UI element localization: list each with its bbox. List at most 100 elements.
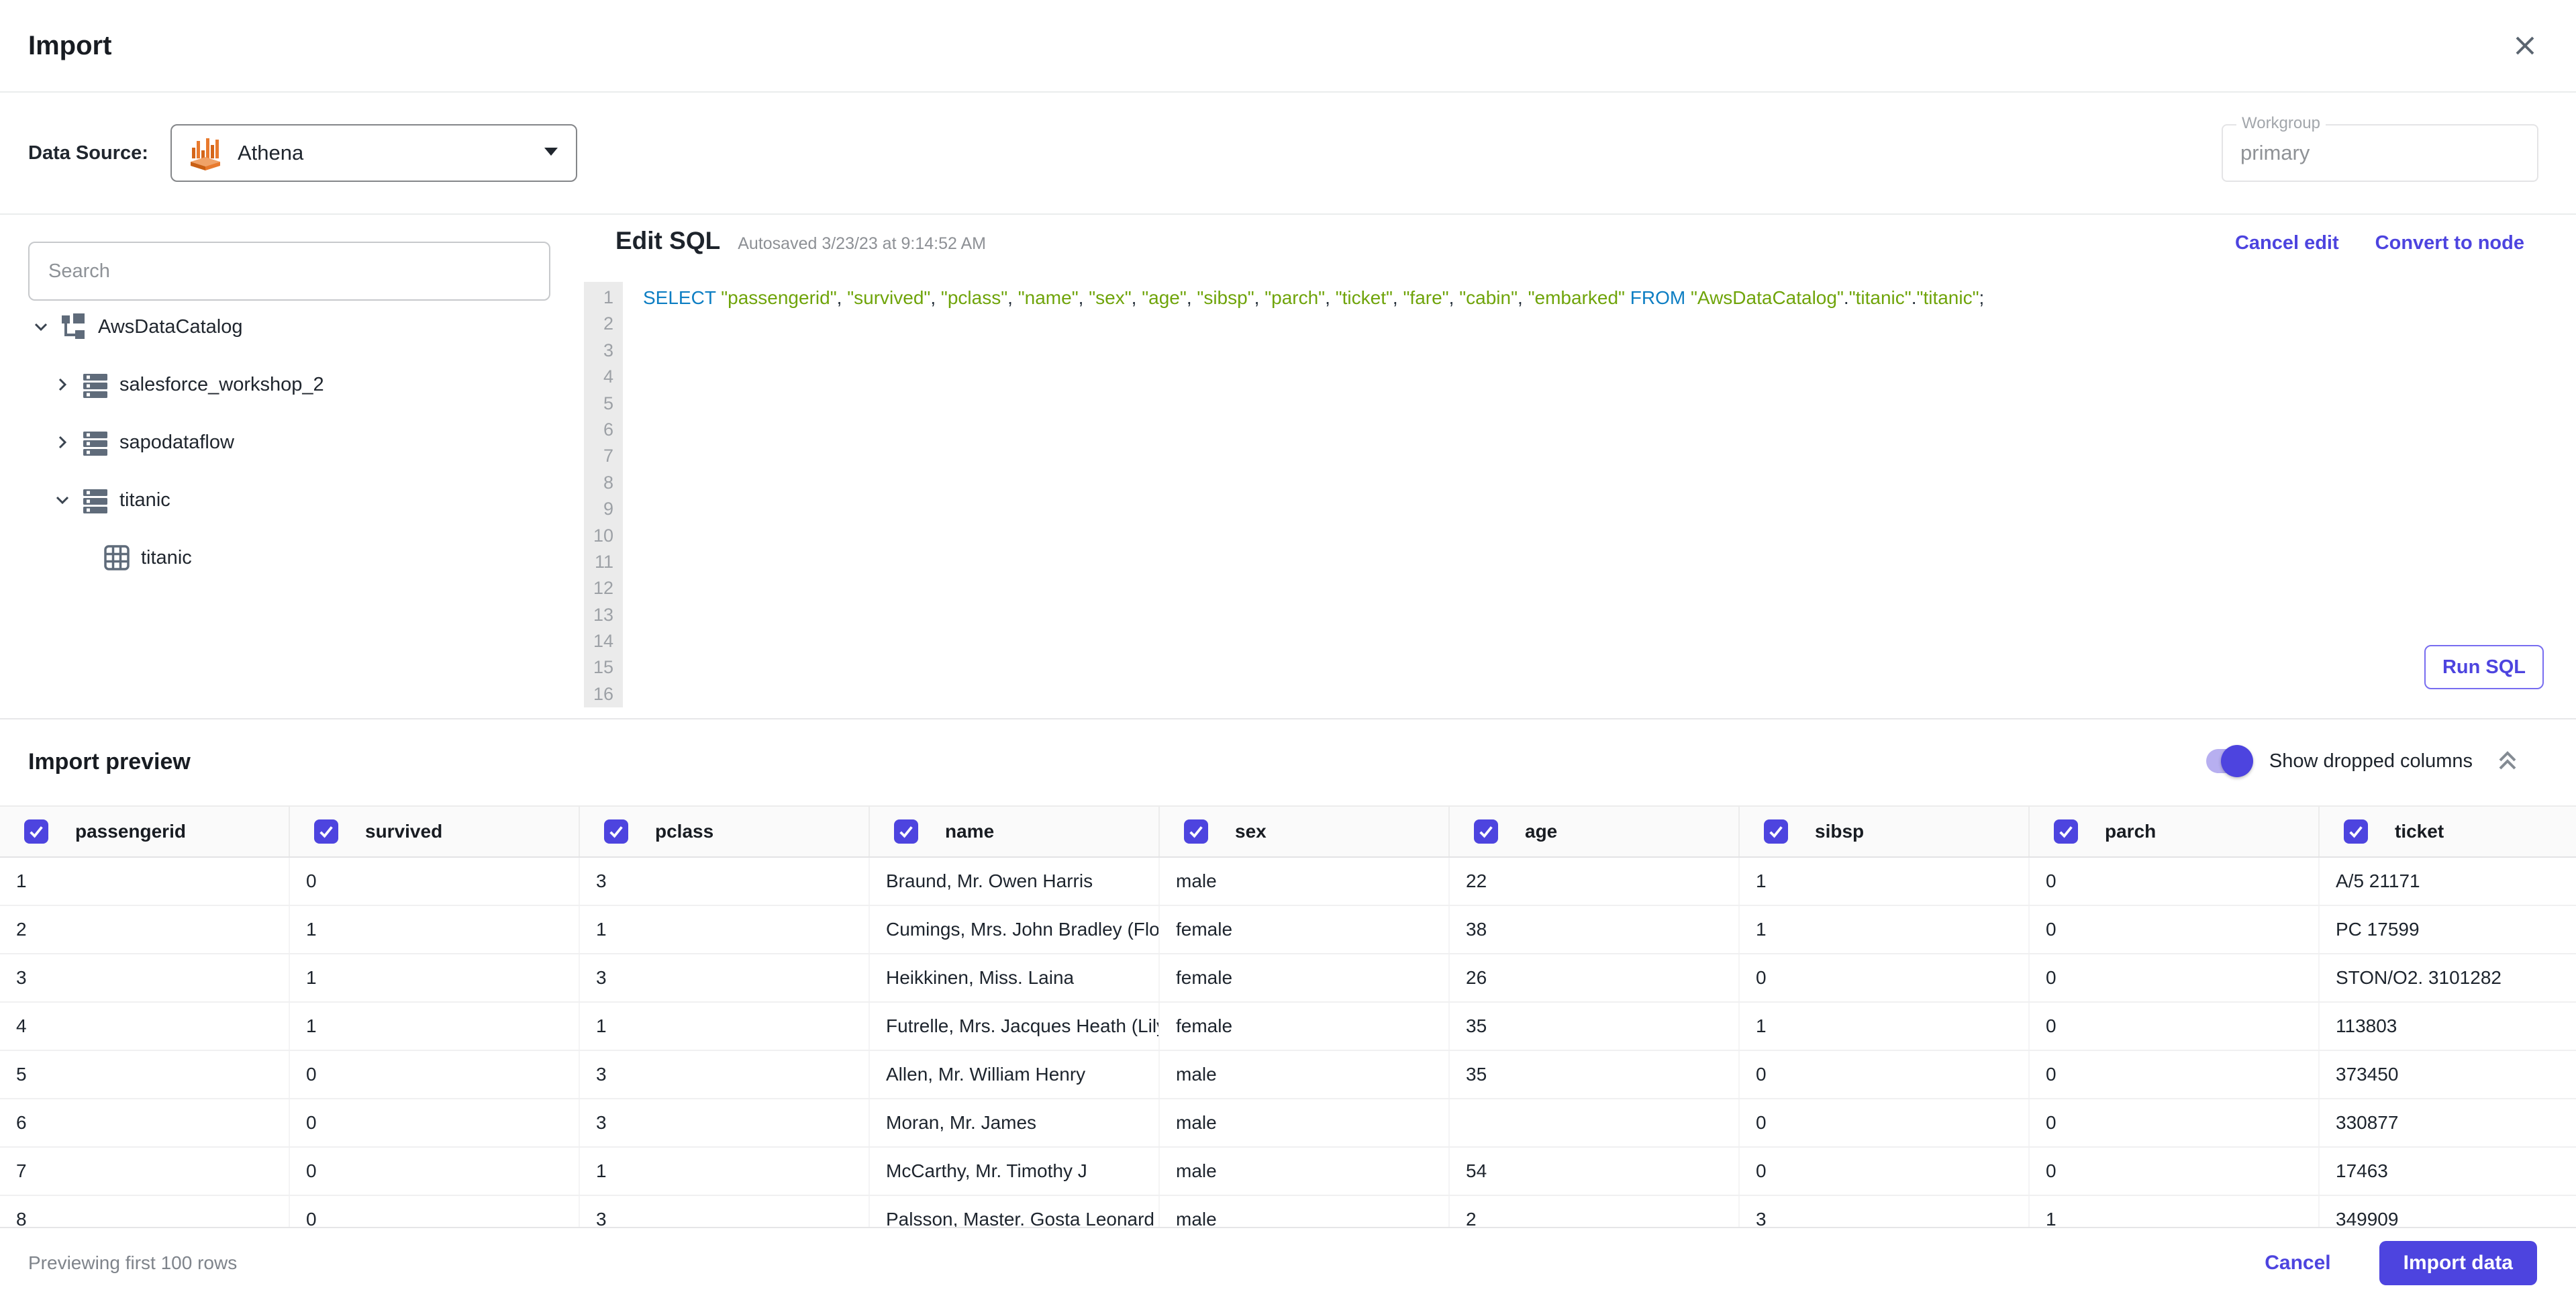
cell-sibsp: 0 <box>1740 1148 2030 1195</box>
sql-token-pl: . <box>1843 287 1849 308</box>
column-checkbox-ticket[interactable] <box>2344 819 2368 844</box>
cell-survived: 1 <box>290 1003 580 1050</box>
cell-sibsp: 3 <box>1740 1196 2030 1227</box>
tree-item-label: sapodataflow <box>119 431 234 453</box>
column-checkbox-survived[interactable] <box>314 819 338 844</box>
cell-sex: male <box>1160 1148 1450 1195</box>
cell-passengerid: 2 <box>0 906 290 953</box>
sql-token-str: "name" <box>1018 287 1079 308</box>
cell-pclass: 1 <box>580 1148 870 1195</box>
column-label: sex <box>1235 821 1267 842</box>
cell-sex: female <box>1160 954 1450 1001</box>
cell-pclass: 3 <box>580 1099 870 1146</box>
workgroup-field: Workgroup <box>2222 114 2538 182</box>
tree-item-sapodataflow[interactable]: sapodataflow <box>0 413 577 471</box>
tree-item-label: salesforce_workshop_2 <box>119 373 324 395</box>
preview-table: passengerid survived pclass name sex age sibsp… <box>0 805 2576 1227</box>
cell-name: Braund, Mr. Owen Harris <box>870 858 1160 905</box>
tree-item-titanic[interactable]: titanic <box>0 471 577 529</box>
cell-passengerid: 5 <box>0 1051 290 1098</box>
sql-token-pl: , <box>1392 287 1403 308</box>
table-row: 8 0 3 Palsson, Master. Gosta Leonard male 2 3 1… <box>0 1196 2576 1227</box>
line-number: 4 <box>603 366 613 387</box>
column-label: name <box>945 821 995 842</box>
column-checkbox-name[interactable] <box>894 819 918 844</box>
line-number: 10 <box>593 525 613 546</box>
preview-rows-note: Previewing first 100 rows <box>28 1252 238 1273</box>
preview-table-body: 1 0 3 Braund, Mr. Owen Harris male 22 1 0 A/5 21… <box>0 858 2576 1227</box>
sql-token-pl: , <box>1007 287 1018 308</box>
line-number: 12 <box>593 578 613 599</box>
sql-token-str: "fare" <box>1403 287 1449 308</box>
cell-pclass: 3 <box>580 1051 870 1098</box>
cell-passengerid: 4 <box>0 1003 290 1050</box>
cell-age: 35 <box>1450 1051 1740 1098</box>
cell-sibsp: 1 <box>1740 858 2030 905</box>
column-checkbox-parch[interactable] <box>2054 819 2078 844</box>
table-row: 7 0 1 McCarthy, Mr. Timothy Jmale 54 0 0 17463 <box>0 1148 2576 1196</box>
column-checkbox-age[interactable] <box>1474 819 1498 844</box>
search-input[interactable] <box>28 242 550 301</box>
cell-ticket: 330877 <box>2336 1112 2399 1133</box>
cell-pclass: 1 <box>580 1003 870 1050</box>
line-number: 1 <box>603 287 613 307</box>
cancel-button[interactable]: Cancel <box>2265 1252 2330 1275</box>
run-sql-button[interactable]: Run SQL <box>2424 645 2544 689</box>
database-icon <box>81 370 110 399</box>
datasource-select[interactable]: Athena <box>170 124 577 182</box>
sql-token-pl: . <box>1911 287 1917 308</box>
cancel-edit-link[interactable]: Cancel edit <box>2235 232 2339 254</box>
sql-token-str: "sibsp" <box>1197 287 1254 308</box>
sql-token-pl: , <box>930 287 941 308</box>
chevron-right-icon[interactable] <box>51 431 74 454</box>
tree-item-titanic[interactable]: titanic <box>0 529 577 587</box>
tree-item-label: titanic <box>141 546 192 568</box>
chevron-right-icon[interactable] <box>51 373 74 396</box>
show-dropped-columns-toggle[interactable] <box>2206 745 2253 777</box>
sql-token-pl: , <box>1518 287 1528 308</box>
cell-sex: male <box>1160 1051 1450 1098</box>
chevron-down-icon[interactable] <box>30 315 52 338</box>
sql-token-pl: , <box>1325 287 1336 308</box>
collapse-section-icon[interactable] <box>2493 746 2522 776</box>
cell-sibsp: 0 <box>1740 954 2030 1001</box>
import-data-button[interactable]: Import data <box>2379 1241 2537 1285</box>
line-number: 11 <box>594 551 613 572</box>
datasource-label: Data Source: <box>28 142 148 164</box>
column-header-age: age <box>1450 807 1740 856</box>
sql-token-str: "age" <box>1142 287 1187 308</box>
column-label: survived <box>365 821 443 842</box>
athena-logo-icon <box>187 133 224 174</box>
sql-editor-header: Edit SQL Autosaved 3/23/23 at 9:14:52 AM… <box>615 227 2524 255</box>
tree-item-AwsDataCatalog[interactable]: AwsDataCatalog <box>0 298 577 356</box>
close-icon[interactable] <box>2509 30 2541 62</box>
column-checkbox-passengerid[interactable] <box>24 819 48 844</box>
cell-survived: 1 <box>290 906 580 953</box>
column-checkbox-pclass[interactable] <box>604 819 628 844</box>
cell-passengerid: 1 <box>0 858 290 905</box>
table-row: 3 1 3 Heikkinen, Miss. Laina female 26 0 0 STON/… <box>0 954 2576 1003</box>
cell-age: 22 <box>1450 858 1740 905</box>
cell-passengerid: 8 <box>0 1196 290 1227</box>
sql-token-pl: , <box>1254 287 1265 308</box>
sql-editor-panel: Edit SQL Autosaved 3/23/23 at 9:14:52 AM… <box>577 215 2576 718</box>
chevron-down-icon[interactable] <box>51 489 74 511</box>
column-checkbox-sibsp[interactable] <box>1764 819 1788 844</box>
line-number: 14 <box>593 631 613 652</box>
workgroup-input[interactable] <box>2223 126 2537 181</box>
cell-sibsp: 0 <box>1740 1099 2030 1146</box>
sql-token-str: "AwsDataCatalog" <box>1690 287 1844 308</box>
sql-code-area[interactable]: 1 2 3 4 5 6 7 8 9 10 11 12 13 14 15 16 SELECT "passenge… <box>584 282 2576 718</box>
line-number: 7 <box>603 446 613 466</box>
datasource-value: Athena <box>238 141 304 164</box>
cell-parch: 0 <box>2030 858 2320 905</box>
column-checkbox-sex[interactable] <box>1184 819 1208 844</box>
tree-item-salesforce_workshop_2[interactable]: salesforce_workshop_2 <box>0 356 577 413</box>
workgroup-label: Workgroup <box>2236 114 2326 133</box>
sql-token-kw: SELECT <box>643 287 716 308</box>
column-header-survived: survived <box>290 807 580 856</box>
cell-ticket: 349909 <box>2336 1209 2399 1227</box>
sql-token-str: "cabin" <box>1459 287 1518 308</box>
convert-to-node-link[interactable]: Convert to node <box>2375 232 2524 254</box>
cell-ticket: A/5 21171 <box>2336 870 2420 891</box>
